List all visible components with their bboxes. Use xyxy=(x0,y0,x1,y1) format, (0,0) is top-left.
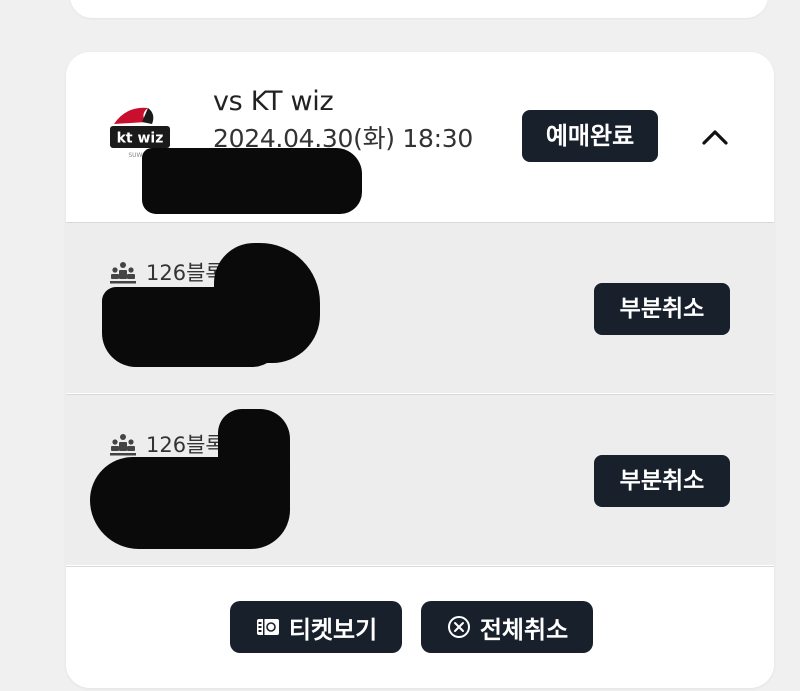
seat-row: 126블록 부분취소 xyxy=(66,222,774,393)
reservation-header: kt wiz SUWON vs KT wiz 2024.04.30(화) 18:… xyxy=(66,52,774,222)
reservation-actions: 티켓보기 전체취소 xyxy=(66,566,774,688)
partial-cancel-button[interactable]: 부분취소 xyxy=(594,455,730,507)
seat-block-icon xyxy=(110,434,136,456)
seat-block-label: 126블록 xyxy=(146,261,225,285)
seat-block-icon xyxy=(110,262,136,284)
redacted-area xyxy=(142,148,362,214)
view-ticket-label: 티켓보기 xyxy=(288,615,378,644)
logo-text: kt wiz xyxy=(117,131,164,147)
seat-row: 126블록 부분취소 xyxy=(66,394,774,565)
ticket-icon xyxy=(256,619,279,635)
seat-block-label: 126블록 xyxy=(146,433,225,457)
close-circle-icon xyxy=(447,616,470,638)
partial-cancel-button[interactable]: 부분취소 xyxy=(594,283,730,335)
previous-reservation-card xyxy=(70,0,768,18)
match-title: vs KT wiz xyxy=(213,86,334,117)
reservation-card: kt wiz SUWON vs KT wiz 2024.04.30(화) 18:… xyxy=(66,52,774,688)
view-ticket-button[interactable]: 티켓보기 xyxy=(230,601,402,653)
status-badge: 예매완료 xyxy=(522,110,658,162)
chevron-up-icon[interactable] xyxy=(698,120,732,154)
redacted-area xyxy=(102,287,282,367)
cancel-all-label: 전체취소 xyxy=(479,615,569,644)
cancel-all-button[interactable]: 전체취소 xyxy=(421,601,593,653)
redacted-area xyxy=(90,457,290,549)
